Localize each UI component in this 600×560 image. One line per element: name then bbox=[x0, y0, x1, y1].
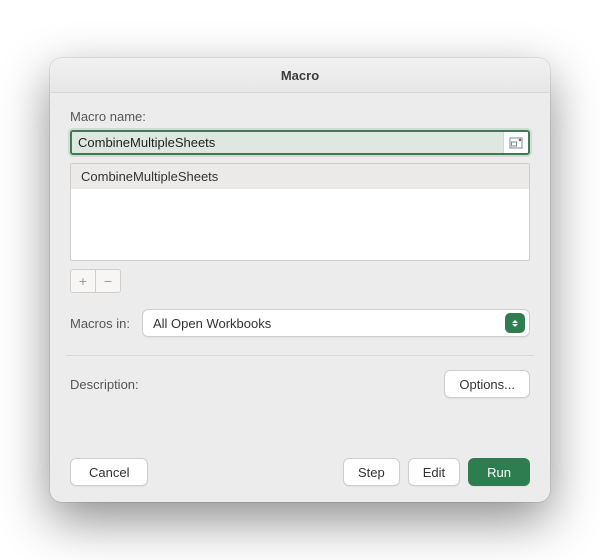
edit-button[interactable]: Edit bbox=[408, 458, 460, 486]
list-item[interactable]: CombineMultipleSheets bbox=[71, 164, 529, 189]
collapse-icon bbox=[509, 137, 523, 149]
add-macro-button[interactable]: + bbox=[71, 270, 95, 292]
macro-name-label: Macro name: bbox=[70, 109, 530, 124]
options-button[interactable]: Options... bbox=[444, 370, 530, 398]
step-button[interactable]: Step bbox=[343, 458, 400, 486]
macro-name-field bbox=[70, 130, 530, 155]
macros-in-value: All Open Workbooks bbox=[153, 316, 505, 331]
updown-caret-icon bbox=[505, 313, 525, 333]
remove-macro-button[interactable]: − bbox=[95, 270, 120, 292]
dialog-content: Macro name: CombineMultipleSheets bbox=[50, 93, 550, 502]
macro-dialog: Macro Macro name: CombineMultip bbox=[50, 58, 550, 502]
cancel-button[interactable]: Cancel bbox=[70, 458, 148, 486]
description-row: Description: Options... bbox=[70, 370, 530, 398]
macros-in-select[interactable]: All Open Workbooks bbox=[142, 309, 530, 337]
titlebar: Macro bbox=[50, 58, 550, 93]
divider bbox=[66, 355, 534, 356]
macros-in-label: Macros in: bbox=[70, 316, 130, 331]
dialog-footer: Cancel Step Edit Run bbox=[70, 458, 530, 486]
macro-name-input[interactable] bbox=[72, 132, 503, 153]
macro-listbox[interactable]: CombineMultipleSheets bbox=[70, 163, 530, 261]
macros-in-row: Macros in: All Open Workbooks bbox=[70, 309, 530, 337]
description-label: Description: bbox=[70, 377, 139, 392]
plus-icon: + bbox=[79, 274, 87, 288]
window-title: Macro bbox=[281, 68, 319, 83]
reference-collapse-button[interactable] bbox=[503, 132, 528, 153]
run-button[interactable]: Run bbox=[468, 458, 530, 486]
minus-icon: − bbox=[104, 274, 112, 288]
add-remove-group: + − bbox=[70, 269, 121, 293]
